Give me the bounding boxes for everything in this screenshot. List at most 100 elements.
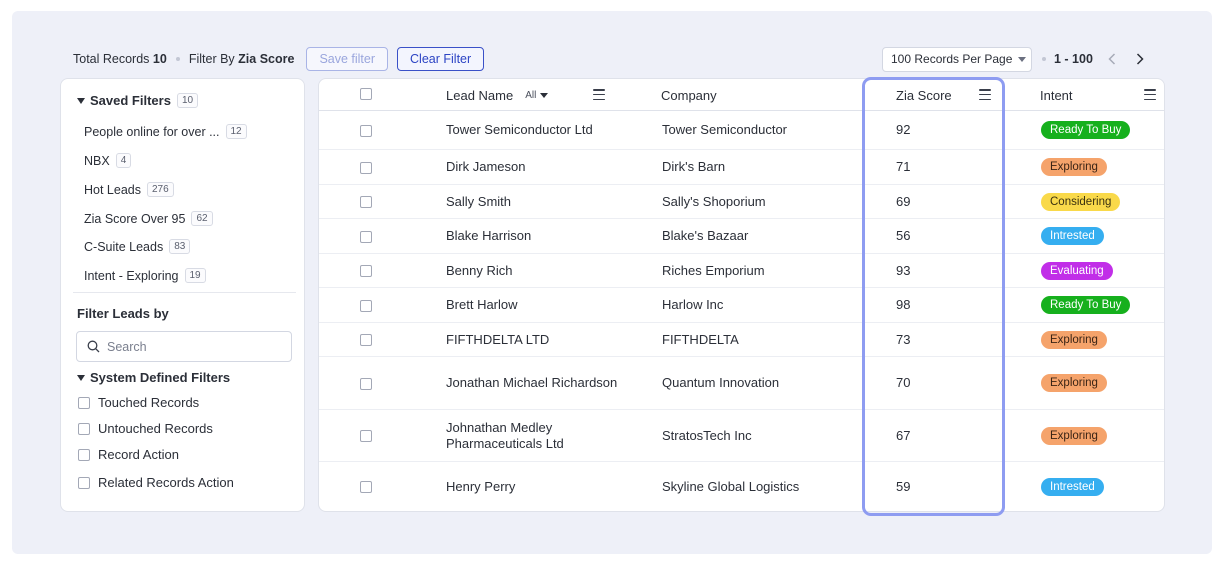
row-checkbox[interactable]: [360, 265, 372, 277]
intent-header-label: Intent: [1040, 87, 1073, 103]
table-row[interactable]: FIFTHDELTA LTD FIFTHDELTA 73 Exploring: [319, 323, 1164, 357]
table-row[interactable]: Dirk Jameson Dirk's Barn 71 Exploring: [319, 150, 1164, 185]
row-checkbox[interactable]: [360, 430, 372, 442]
save-filter-button[interactable]: Save filter: [306, 47, 389, 71]
saved-filter-label: Hot Leads: [84, 182, 141, 197]
intent-badge: Considering: [1041, 192, 1121, 211]
table-row[interactable]: Henry Perry Skyline Global Logistics 59 Int…: [319, 462, 1164, 511]
zia-score-cell: 56: [896, 228, 911, 243]
row-checkbox[interactable]: [360, 196, 372, 208]
search-input[interactable]: [107, 339, 277, 354]
intent-badge: Exploring: [1041, 426, 1107, 445]
column-header-intent[interactable]: Intent: [1040, 79, 1073, 111]
company-header-label: Company: [661, 87, 717, 103]
saved-filter-item[interactable]: C-Suite Leads 83: [84, 239, 191, 254]
lead-name-cell[interactable]: Jonathan Michael Richardson: [446, 357, 646, 409]
filter-checkbox[interactable]: [78, 476, 90, 489]
zia-score-cell: 70: [896, 375, 911, 390]
select-all-checkbox[interactable]: [360, 88, 372, 100]
zia-score-header-label: Zia Score: [896, 87, 952, 103]
row-checkbox[interactable]: [360, 162, 372, 174]
company-cell: Sally's Shoporium: [662, 193, 766, 209]
lead-name-cell[interactable]: Benny Rich: [446, 254, 646, 287]
zia-score-cell: 73: [896, 331, 911, 347]
lead-name-cell[interactable]: Tower Semiconductor Ltd: [446, 111, 646, 149]
saved-filter-label: People online for over ...: [84, 124, 220, 139]
table-row[interactable]: Tower Semiconductor Ltd Tower Semiconduct…: [319, 111, 1164, 150]
table-row[interactable]: Blake Harrison Blake's Bazaar 56 Intrested: [319, 219, 1164, 254]
lead-name-filter-dropdown[interactable]: All: [525, 89, 549, 101]
table-row[interactable]: Benny Rich Riches Emporium 93 Evaluating: [319, 254, 1164, 288]
intent-cell: Intrested: [1041, 462, 1104, 511]
saved-filter-item[interactable]: Hot Leads 276: [84, 182, 174, 197]
row-checkbox[interactable]: [360, 378, 372, 390]
filter-checkbox[interactable]: [78, 396, 90, 409]
next-page-icon[interactable]: [1131, 50, 1149, 68]
system-filters-header[interactable]: System Defined Filters: [77, 370, 230, 385]
records-per-page-select[interactable]: 100 Records Per Page: [882, 46, 1032, 72]
row-checkbox[interactable]: [360, 334, 372, 346]
table-row[interactable]: Brett Harlow Harlow Inc 98 Ready To Buy: [319, 288, 1164, 323]
lead-name-filter-value: All: [525, 89, 537, 101]
intent-badge: Exploring: [1041, 158, 1107, 176]
lead-name-cell[interactable]: Blake Harrison: [446, 219, 646, 253]
intent-badge: Intrested: [1041, 227, 1104, 245]
column-header-zia-score[interactable]: Zia Score: [896, 79, 952, 111]
intent-cell: Considering: [1041, 185, 1121, 218]
lead-name-column-menu-icon[interactable]: [593, 89, 605, 100]
intent-badge: Ready To Buy: [1041, 121, 1131, 139]
filter-by-indicator: Filter By Zia Score: [188, 52, 295, 66]
company-cell: Blake's Bazaar: [662, 228, 749, 243]
column-header-company[interactable]: Company: [661, 79, 717, 111]
intent-badge: Exploring: [1041, 330, 1107, 349]
lead-name-cell[interactable]: Henry Perry: [446, 462, 646, 511]
saved-filter-label: NBX: [84, 153, 110, 168]
zia-score-cell: 98: [896, 297, 911, 312]
row-checkbox[interactable]: [360, 125, 372, 137]
lead-name-cell[interactable]: Johnathan Medley Pharmaceuticals Ltd: [446, 410, 646, 461]
records-per-page-value: 100 Records Per Page: [891, 52, 1013, 66]
zia-score-cell: 71: [896, 159, 911, 174]
saved-filter-item[interactable]: People online for over ... 12: [84, 124, 247, 139]
system-filter-option[interactable]: Related Records Action: [78, 475, 234, 490]
saved-filter-count: 276: [146, 182, 174, 197]
filter-leads-by-title: Filter Leads by: [77, 306, 169, 321]
saved-filter-item[interactable]: NBX 4: [84, 153, 132, 168]
intent-badge: Intrested: [1041, 478, 1104, 496]
company-cell: Skyline Global Logistics: [662, 479, 800, 494]
zia-score-cell: 59: [896, 479, 911, 494]
system-filter-option[interactable]: Record Action: [78, 447, 179, 462]
table-row[interactable]: Johnathan Medley Pharmaceuticals Ltd Stra…: [319, 410, 1164, 462]
system-filter-option[interactable]: Untouched Records: [78, 421, 213, 436]
chevron-down-icon: [540, 92, 549, 98]
system-filters-title: System Defined Filters: [90, 370, 231, 385]
lead-name-cell[interactable]: FIFTHDELTA LTD: [446, 323, 646, 356]
filter-checkbox[interactable]: [78, 422, 90, 435]
lead-name-cell[interactable]: Brett Harlow: [446, 288, 646, 322]
filter-checkbox[interactable]: [78, 448, 90, 461]
intent-column-menu-icon[interactable]: [1144, 89, 1156, 100]
previous-page-icon[interactable]: [1103, 50, 1121, 68]
row-checkbox[interactable]: [360, 300, 372, 312]
filters-sidebar: Saved Filters 10 People online for over …: [60, 78, 305, 512]
row-checkbox[interactable]: [360, 231, 372, 243]
row-checkbox[interactable]: [360, 481, 372, 493]
saved-filter-item[interactable]: Zia Score Over 95 62: [84, 211, 213, 226]
table-row[interactable]: Sally Smith Sally's Shoporium 69 Considerin…: [319, 185, 1164, 219]
clear-filter-button[interactable]: Clear Filter: [397, 47, 485, 71]
lead-name-cell[interactable]: Sally Smith: [446, 185, 646, 218]
lead-name-cell[interactable]: Dirk Jameson: [446, 150, 646, 184]
system-filter-option[interactable]: Touched Records: [78, 395, 199, 410]
saved-filter-item[interactable]: Intent - Exploring 19: [84, 268, 206, 283]
company-cell: Quantum Innovation: [662, 375, 780, 390]
intent-cell: Ready To Buy: [1041, 111, 1131, 149]
table-row[interactable]: Jonathan Michael Richardson Quantum Innov…: [319, 357, 1164, 410]
column-header-lead-name[interactable]: Lead Name All: [446, 79, 549, 111]
separator-dot: [175, 57, 180, 61]
filter-search-field[interactable]: [76, 331, 292, 362]
intent-cell: Evaluating: [1041, 254, 1113, 287]
intent-badge: Ready To Buy: [1041, 296, 1131, 314]
zia-score-column-menu-icon[interactable]: [979, 89, 991, 100]
saved-filters-header[interactable]: Saved Filters 10: [77, 93, 199, 108]
zia-score-cell: 92: [896, 122, 911, 137]
